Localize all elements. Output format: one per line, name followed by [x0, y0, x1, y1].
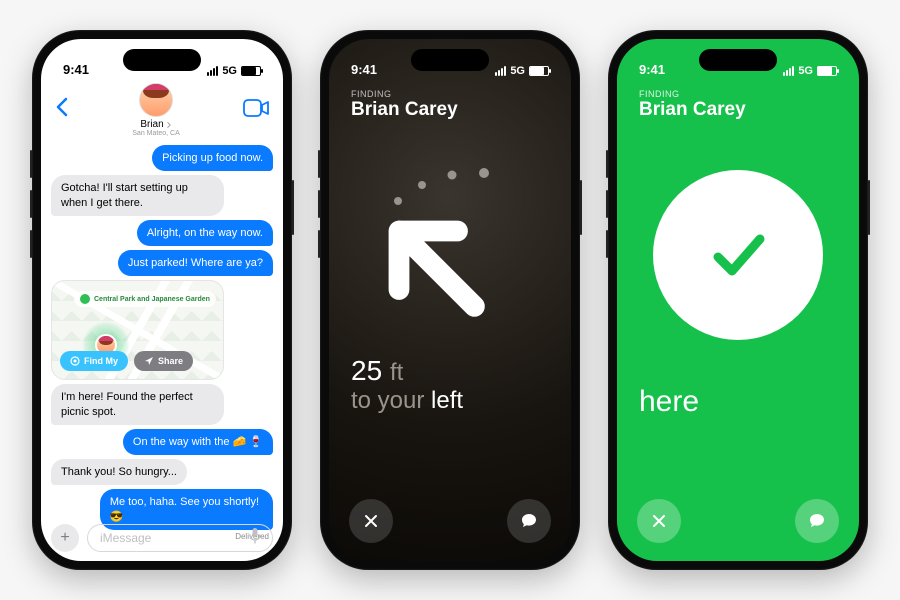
dictate-button[interactable] — [248, 527, 266, 550]
close-button[interactable] — [637, 499, 681, 543]
status-time: 9:41 — [63, 62, 89, 77]
signal-icon — [495, 66, 506, 76]
close-icon — [363, 513, 379, 529]
message-recv[interactable]: Thank you! So hungry... — [51, 459, 187, 485]
phone-finding-direction: 9:41 5G FINDING Brian Carey — [320, 30, 580, 570]
status-time: 9:41 — [351, 62, 377, 77]
close-button[interactable] — [349, 499, 393, 543]
screen-finding-arrived: 9:41 5G FINDING Brian Carey here — [617, 39, 859, 561]
status-time: 9:41 — [639, 62, 665, 77]
direction-arc-icon — [380, 159, 520, 209]
message-icon — [808, 512, 826, 530]
phone-messages: 9:41 5G Brian San Mateo, CA — [32, 30, 292, 570]
bottom-bar — [637, 499, 839, 543]
status-right: 5G — [207, 65, 261, 77]
location-arrow-icon — [144, 356, 154, 366]
network-label: 5G — [222, 65, 237, 77]
direction-prefix: to your — [351, 387, 424, 414]
map-attachment[interactable]: Central Park and Japanese Garden Find My… — [51, 280, 224, 380]
phone-finding-arrived: 9:41 5G FINDING Brian Carey here — [608, 30, 868, 570]
battery-icon — [241, 66, 261, 76]
contact-name: Brian — [132, 119, 179, 130]
distance-value: 25 — [351, 355, 382, 386]
checkmark-icon — [698, 215, 778, 295]
dynamic-island — [411, 49, 489, 71]
battery-icon — [529, 66, 549, 76]
dynamic-island — [123, 49, 201, 71]
message-placeholder: iMessage — [100, 531, 151, 545]
facetime-button[interactable] — [243, 99, 269, 122]
close-icon — [651, 513, 667, 529]
map-place-label: Central Park and Japanese Garden — [74, 291, 216, 307]
status-right: 5G — [783, 65, 837, 77]
message-sent[interactable]: On the way with the 🧀 🍷 — [123, 429, 273, 455]
nav-bar: Brian San Mateo, CA — [41, 81, 283, 141]
signal-icon — [207, 66, 218, 76]
findmy-icon — [70, 356, 80, 366]
distance-readout: 25 ft to your left — [329, 355, 571, 415]
share-button[interactable]: Share — [134, 351, 193, 371]
park-dot-icon — [80, 294, 90, 304]
message-icon — [520, 512, 538, 530]
message-sent[interactable]: Picking up food now. — [152, 145, 273, 171]
screen-messages: 9:41 5G Brian San Mateo, CA — [41, 39, 283, 561]
message-sent[interactable]: Just parked! Where are ya? — [118, 250, 273, 276]
chevron-right-icon — [166, 122, 172, 128]
network-label: 5G — [510, 65, 525, 77]
attach-button[interactable]: + — [51, 524, 79, 552]
finding-name: Brian Carey — [329, 99, 571, 125]
arrived-area — [617, 125, 859, 385]
direction-word: left — [431, 387, 463, 414]
status-right: 5G — [495, 65, 549, 77]
screen-finding-direction: 9:41 5G FINDING Brian Carey — [329, 39, 571, 561]
find-my-button[interactable]: Find My — [60, 351, 128, 371]
direction-arrow-icon — [373, 205, 503, 335]
message-sent[interactable]: Alright, on the way now. — [137, 220, 273, 246]
distance-unit: ft — [390, 359, 403, 386]
message-button[interactable] — [507, 499, 551, 543]
back-button[interactable] — [55, 97, 69, 123]
message-thread[interactable]: Picking up food now. Gotcha! I'll start … — [41, 141, 283, 541]
signal-icon — [783, 66, 794, 76]
arrived-circle — [653, 170, 823, 340]
message-input[interactable]: iMessage — [87, 524, 273, 552]
battery-icon — [817, 66, 837, 76]
bottom-bar — [349, 499, 551, 543]
finding-name: Brian Carey — [617, 99, 859, 125]
message-recv[interactable]: I'm here! Found the perfect picnic spot. — [51, 384, 224, 425]
finding-label: FINDING — [329, 81, 571, 99]
contact-header[interactable]: Brian San Mateo, CA — [132, 83, 179, 137]
contact-sublabel: San Mateo, CA — [132, 130, 179, 137]
here-label: here — [617, 385, 859, 419]
message-button[interactable] — [795, 499, 839, 543]
message-composer: + iMessage — [51, 523, 273, 553]
finding-label: FINDING — [617, 81, 859, 99]
message-recv[interactable]: Gotcha! I'll start setting up when I get… — [51, 175, 224, 216]
dynamic-island — [699, 49, 777, 71]
network-label: 5G — [798, 65, 813, 77]
avatar — [139, 83, 173, 117]
direction-area — [329, 125, 571, 355]
